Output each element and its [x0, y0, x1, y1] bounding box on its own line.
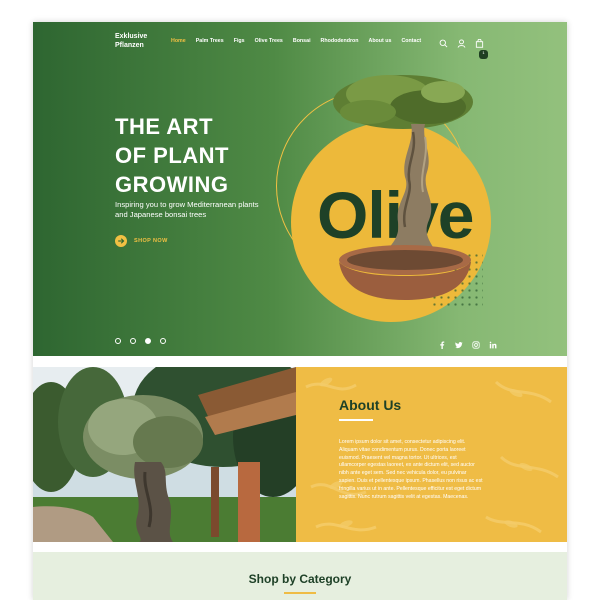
- header-icons: 1: [439, 35, 488, 59]
- about-body: Lorem ipsum dolor sit amet, consectetur …: [339, 439, 483, 500]
- cart-icon[interactable]: 1: [475, 35, 488, 59]
- slider-dots: [115, 338, 166, 344]
- hero-title-line: GROWING: [115, 172, 229, 197]
- user-icon[interactable]: [457, 35, 466, 48]
- linkedin-icon[interactable]: [489, 336, 497, 349]
- olive-bonsai-image: [333, 75, 473, 300]
- nav-item-palm-trees[interactable]: Palm Trees: [196, 38, 224, 44]
- cart-count-badge: 1: [479, 50, 488, 59]
- nav-item-bonsai[interactable]: Bonsai: [293, 38, 311, 44]
- logo-line-2: Pflanzen: [115, 42, 144, 49]
- facebook-icon[interactable]: [438, 336, 446, 349]
- web-page: Exklusive Pflanzen Home Palm Trees Figs …: [33, 22, 567, 600]
- hero-title-line: OF PLANT: [115, 143, 229, 168]
- hero-title: THE ART OF PLANT GROWING: [115, 112, 229, 199]
- logo-line-1: Exklusive: [115, 33, 148, 40]
- hero-title-line: THE ART: [115, 114, 214, 139]
- nav-item-contact[interactable]: Contact: [401, 38, 421, 44]
- title-underline: [284, 592, 316, 594]
- title-underline: [339, 419, 373, 421]
- category-title: Shop by Category: [248, 572, 352, 586]
- slider-dot-active[interactable]: [145, 338, 151, 344]
- shop-now-button[interactable]: SHOP NOW: [115, 235, 168, 247]
- slider-dot[interactable]: [115, 338, 121, 344]
- nav-item-figs[interactable]: Figs: [234, 38, 245, 44]
- hero-section: Exklusive Pflanzen Home Palm Trees Figs …: [33, 22, 567, 356]
- social-links: [438, 336, 497, 349]
- nav-item-rhododendron[interactable]: Rhododendron: [321, 38, 359, 44]
- shop-by-category-section: Shop by Category: [33, 552, 567, 600]
- search-icon[interactable]: [439, 35, 448, 48]
- nav-item-about-us[interactable]: About us: [369, 38, 392, 44]
- nav-item-olive-trees[interactable]: Olive Trees: [255, 38, 283, 44]
- slider-dot[interactable]: [160, 338, 166, 344]
- arrow-right-icon: [115, 235, 127, 247]
- main-nav: Home Palm Trees Figs Olive Trees Bonsai …: [171, 38, 421, 44]
- slider-dot[interactable]: [130, 338, 136, 344]
- about-title: About Us: [339, 397, 402, 413]
- site-logo[interactable]: Exklusive Pflanzen: [115, 32, 147, 50]
- hero-subtitle: Inspiring you to grow Mediterranean plan…: [115, 200, 259, 219]
- instagram-icon[interactable]: [472, 336, 480, 349]
- about-section: About Us Lorem ipsum dolor sit amet, con…: [296, 367, 567, 542]
- twitter-icon[interactable]: [455, 336, 463, 349]
- shop-now-label: SHOP NOW: [134, 238, 168, 244]
- nav-item-home[interactable]: Home: [171, 38, 186, 44]
- garden-olive-tree-photo: [33, 367, 296, 542]
